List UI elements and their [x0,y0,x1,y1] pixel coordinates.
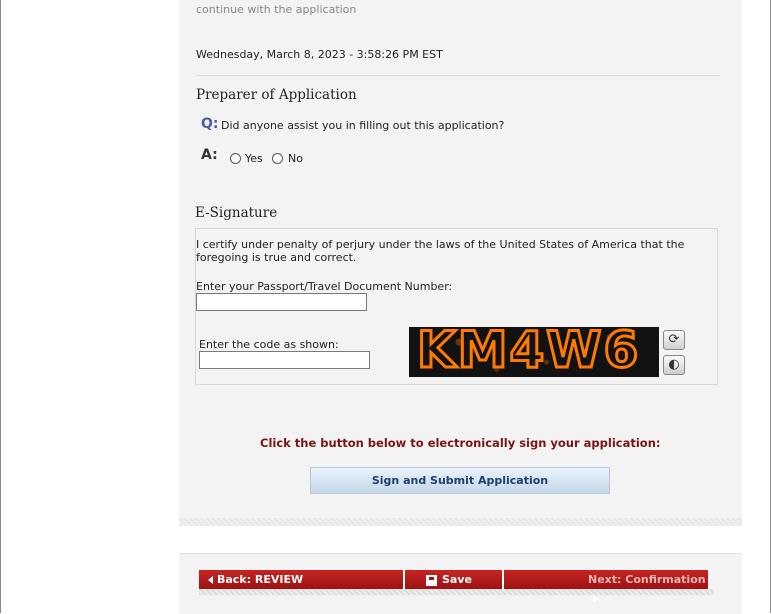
code-label: Enter the code as shown: [199,338,339,351]
captcha-code-input[interactable] [199,351,370,369]
panel-shadow [179,518,742,526]
next-button-label: Next: Confirmation [588,573,706,586]
back-button[interactable]: Back: REVIEW [199,570,403,589]
question-label: Q: [201,116,219,132]
continue-text: continue with the application [196,3,357,16]
chevron-right-icon [593,595,598,603]
radio-yes-label[interactable]: Yes [245,152,263,165]
preparer-section-title: Preparer of Application [196,87,357,103]
chevron-left-icon [208,576,213,584]
captcha-text: KM4W6 [415,327,641,377]
window-left-border [0,0,1,613]
answer-label: A: [201,147,218,163]
divider [196,75,720,76]
refresh-icon[interactable]: ⟳ [663,330,685,350]
radio-no-label[interactable]: No [288,152,303,165]
timestamp: Wednesday, March 8, 2023 - 3:58:26 PM ES… [196,48,443,61]
passport-label: Enter your Passport/Travel Document Numb… [196,280,453,293]
captcha-image: KM4W6 [409,327,659,377]
next-button[interactable]: Next: Confirmation [504,570,708,603]
radio-no[interactable] [272,153,283,164]
save-button-label: Save [442,573,472,586]
certify-statement: I certify under penalty of perjury under… [196,238,685,264]
save-icon [426,574,437,586]
esignature-section-title: E-Signature [195,205,278,221]
sign-prompt: Click the button below to electronically… [260,436,661,450]
save-button[interactable]: Save [405,570,502,589]
back-button-label: Back: REVIEW [217,573,304,586]
preparer-question: Did anyone assist you in filling out thi… [221,119,505,132]
radio-yes[interactable] [230,153,241,164]
sign-submit-button[interactable]: Sign and Submit Application [310,467,610,494]
navigation-shadow [199,589,714,595]
passport-number-input[interactable] [196,293,367,311]
audio-icon[interactable]: ◐ [663,355,685,375]
